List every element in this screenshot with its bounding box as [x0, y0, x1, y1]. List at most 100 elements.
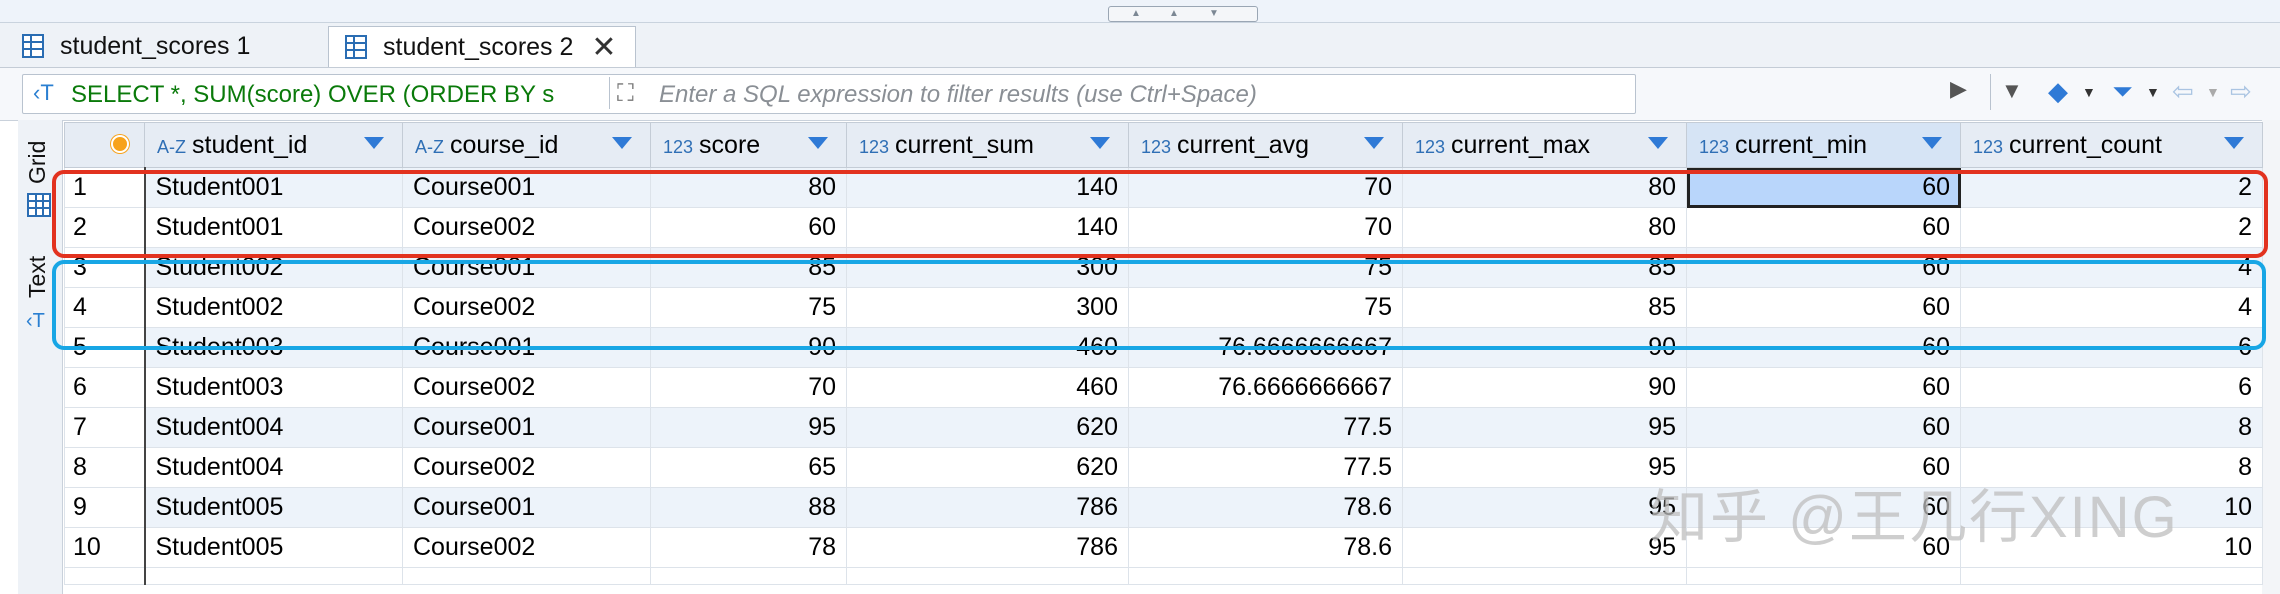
table-cell[interactable]: 76.6666666667: [1128, 327, 1403, 368]
table-row[interactable]: 4 Student002 Course002 75 300 75 85 60 4: [64, 287, 2263, 328]
forward-arrow-icon[interactable]: ⇨: [2230, 76, 2252, 107]
row-number[interactable]: 10: [64, 527, 146, 568]
grid-mode-label[interactable]: Grid: [24, 141, 51, 184]
collapse-up-icon[interactable]: ▲: [1131, 8, 1141, 19]
table-row[interactable]: 1 Student001 Course001 80 140 70 80 60 2: [64, 167, 2263, 208]
table-cell[interactable]: 2: [1960, 167, 2263, 208]
sort-arrow-icon[interactable]: [2224, 137, 2244, 149]
row-number[interactable]: 3: [64, 247, 146, 288]
table-cell[interactable]: Course002: [402, 367, 651, 408]
table-cell[interactable]: Course001: [402, 167, 651, 208]
table-cell[interactable]: 95: [1402, 447, 1687, 488]
table-cell[interactable]: Course002: [402, 527, 651, 568]
table-cell[interactable]: 80: [650, 167, 847, 208]
column-header[interactable]: 123 current_max: [1402, 122, 1687, 168]
table-cell[interactable]: 95: [1402, 487, 1687, 528]
table-cell[interactable]: Student003: [144, 367, 403, 408]
row-number-header[interactable]: [64, 122, 145, 168]
table-cell[interactable]: 140: [846, 167, 1129, 208]
table-cell[interactable]: 300: [846, 247, 1129, 288]
table-cell[interactable]: 90: [1402, 367, 1687, 408]
table-cell[interactable]: 75: [650, 287, 847, 328]
row-number[interactable]: 5: [64, 327, 146, 368]
table-row[interactable]: 7 Student004 Course001 95 620 77.5 95 60 8: [64, 407, 2263, 448]
table-cell[interactable]: Course001: [402, 407, 651, 448]
table-cell[interactable]: 8: [1960, 407, 2263, 448]
table-cell[interactable]: 140: [846, 207, 1129, 248]
table-cell[interactable]: 620: [846, 447, 1129, 488]
grid-icon[interactable]: [26, 192, 52, 218]
table-cell[interactable]: 60: [1686, 207, 1961, 248]
row-number[interactable]: 2: [64, 207, 146, 248]
sort-arrow-icon[interactable]: [364, 137, 384, 149]
chevron-down-icon[interactable]: ▼: [2206, 84, 2220, 100]
table-row[interactable]: 6 Student003 Course002 70 460 76.6666666667 90…: [64, 367, 2263, 408]
table-cell[interactable]: 95: [650, 407, 847, 448]
row-number[interactable]: 8: [64, 447, 146, 488]
table-cell[interactable]: 76.6666666667: [1128, 367, 1403, 408]
table-cell[interactable]: 77.5: [1128, 407, 1403, 448]
row-number[interactable]: 9: [64, 487, 146, 528]
table-cell[interactable]: 6: [1960, 367, 2263, 408]
sort-arrow-icon[interactable]: [1364, 137, 1384, 149]
back-arrow-icon[interactable]: ⇦: [2172, 76, 2194, 107]
table-cell[interactable]: 60: [1686, 287, 1961, 328]
table-cell[interactable]: 60: [1686, 327, 1961, 368]
filter-history-button[interactable]: ▼: [1990, 74, 2031, 110]
sort-arrow-icon[interactable]: [1922, 137, 1942, 149]
table-cell[interactable]: Course002: [402, 287, 651, 328]
chevron-down-icon[interactable]: ▼: [2146, 84, 2160, 100]
table-row[interactable]: 3 Student002 Course001 85 300 75 85 60 4: [64, 247, 2263, 288]
table-cell[interactable]: 460: [846, 327, 1129, 368]
column-header[interactable]: A-Z course_id: [402, 122, 651, 168]
table-cell[interactable]: 80: [1402, 167, 1687, 208]
table-cell[interactable]: 85: [1402, 287, 1687, 328]
tab-student-scores-2[interactable]: student_scores 2 ✕: [328, 26, 636, 67]
table-cell[interactable]: Student002: [144, 247, 403, 288]
table-cell[interactable]: Student003: [144, 327, 403, 368]
table-cell[interactable]: 620: [846, 407, 1129, 448]
collapse-down-icon[interactable]: ▼: [1209, 8, 1219, 19]
table-cell[interactable]: Student002: [144, 287, 403, 328]
table-cell[interactable]: 60: [1686, 367, 1961, 408]
table-cell[interactable]: 4: [1960, 247, 2263, 288]
table-cell[interactable]: Student005: [144, 487, 403, 528]
row-number[interactable]: 6: [64, 367, 146, 408]
restore-icon[interactable]: ▲: [1169, 8, 1179, 19]
table-cell[interactable]: 70: [650, 367, 847, 408]
table-cell[interactable]: Student004: [144, 447, 403, 488]
table-cell[interactable]: Course002: [402, 207, 651, 248]
table-cell[interactable]: 300: [846, 287, 1129, 328]
funnel-icon[interactable]: ⏷: [2112, 76, 2133, 108]
table-cell[interactable]: 88: [650, 487, 847, 528]
table-cell[interactable]: Course001: [402, 327, 651, 368]
table-cell[interactable]: 78.6: [1128, 487, 1403, 528]
eraser-icon[interactable]: ◆: [2048, 76, 2068, 107]
column-header[interactable]: 123 current_avg: [1128, 122, 1403, 168]
table-cell[interactable]: 80: [1402, 207, 1687, 248]
table-cell[interactable]: 786: [846, 527, 1129, 568]
table-cell[interactable]: Student004: [144, 407, 403, 448]
table-cell[interactable]: 65: [650, 447, 847, 488]
table-cell[interactable]: 60: [650, 207, 847, 248]
table-cell[interactable]: 6: [1960, 327, 2263, 368]
table-cell[interactable]: Student001: [144, 207, 403, 248]
column-header[interactable]: 123 current_min: [1686, 122, 1961, 168]
expand-icon[interactable]: ⛶: [617, 80, 634, 108]
table-cell[interactable]: 85: [650, 247, 847, 288]
table-row[interactable]: 5 Student003 Course001 90 460 76.6666666667 90…: [64, 327, 2263, 368]
sort-arrow-icon[interactable]: [1090, 137, 1110, 149]
table-cell[interactable]: 90: [1402, 327, 1687, 368]
filter-input[interactable]: Enter a SQL expression to filter results…: [659, 81, 1257, 109]
table-cell[interactable]: 85: [1402, 247, 1687, 288]
column-header[interactable]: 123 current_sum: [846, 122, 1129, 168]
table-cell[interactable]: 75: [1128, 287, 1403, 328]
table-cell[interactable]: 60: [1686, 407, 1961, 448]
table-cell[interactable]: 90: [650, 327, 847, 368]
apply-filter-icon[interactable]: ▶: [1950, 76, 1967, 102]
row-number[interactable]: 1: [64, 167, 146, 208]
panel-splitter-handle[interactable]: ▲ ▲ ▼: [1108, 6, 1258, 22]
row-number[interactable]: 7: [64, 407, 146, 448]
table-cell[interactable]: 78.6: [1128, 527, 1403, 568]
table-cell[interactable]: 77.5: [1128, 447, 1403, 488]
